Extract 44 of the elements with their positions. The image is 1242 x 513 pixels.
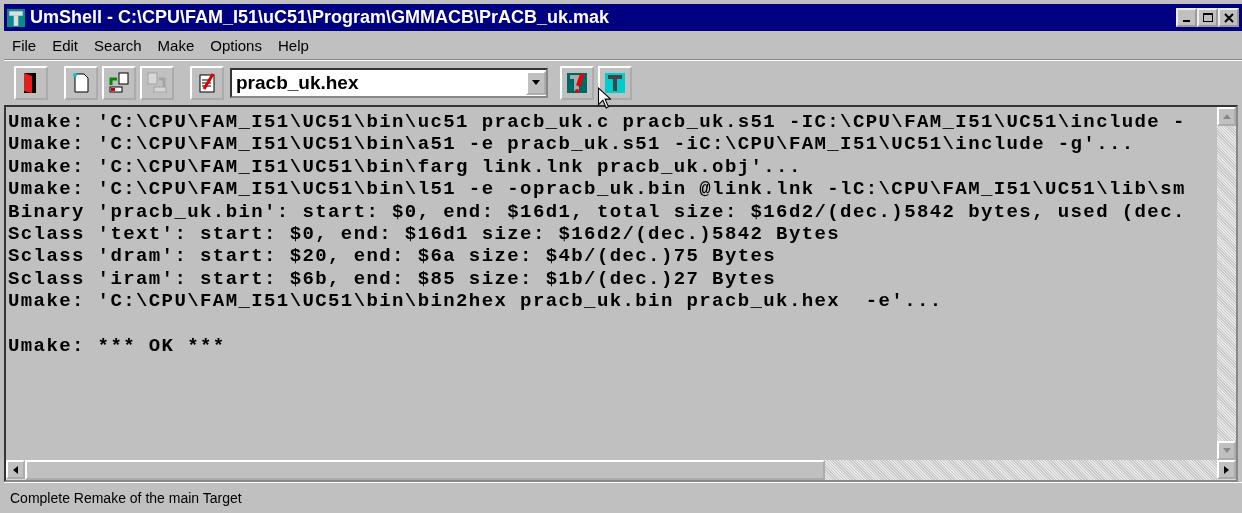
- log-line: Sclass 'dram': start: $20, end: $6a size: $4b/(dec.)75 Bytes: [8, 245, 777, 268]
- log-line: Sclass 'iram': start: $6b, end: $85 size: $1b/(dec.)27 Bytes: [8, 267, 777, 290]
- menu-item[interactable]: Make: [157, 36, 195, 54]
- target-dropdown[interactable]: pracb_uk.hex: [230, 68, 548, 98]
- log-line: Umake: 'C:\CPU\FAM_I51\UC51\bin\a51 -e pracb_uk.s51 -iC:\CPU\FAM_I51\UC51\include -g'...: [8, 133, 1135, 156]
- toolbar-button[interactable]: [190, 66, 224, 100]
- toolbar-button[interactable]: [560, 66, 594, 100]
- menu-item[interactable]: Options: [210, 36, 262, 54]
- log-line: Umake: 'C:\CPU\FAM_I51\UC51\bin\farg link.lnk pracb_uk.obj'...: [8, 155, 802, 178]
- close-button[interactable]: [1218, 8, 1239, 27]
- vise-icon: [603, 71, 627, 95]
- log-line: Sclass 'text': start: $0, end: $16d1 size: $16d2/(dec.)5842 Bytes: [8, 222, 841, 245]
- horizontal-scrollbar[interactable]: [6, 460, 1236, 480]
- window-title: UmShell - C:\CPU\FAM_I51\uC51\Program\GMMACB\PrACB_uk.mak: [30, 7, 611, 28]
- vise-exclamation-icon: [565, 71, 589, 95]
- maximize-button[interactable]: [1197, 8, 1218, 27]
- result-line: Umake: *** OK ***: [8, 334, 226, 357]
- menu-item[interactable]: Edit: [52, 36, 79, 54]
- vise-icon: [7, 8, 25, 27]
- log-line: Umake: 'C:\CPU\FAM_I51\UC51\bin\bin2hex pracb_uk.bin pracb_uk.hex -e'...: [8, 290, 943, 313]
- menu-item[interactable]: File: [12, 36, 37, 54]
- maximize-icon: [1202, 12, 1213, 23]
- log-line: Umake: 'C:\CPU\FAM_I51\UC51\bin\l51 -e -opracb_uk.bin @link.lnk -lC:\CPU\FAM_I51\UC51\lib\sm: [8, 178, 1186, 201]
- copy-arrow-icon: [107, 71, 131, 95]
- close-icon: [1223, 12, 1234, 23]
- vertical-scrollbar[interactable]: [1217, 107, 1236, 460]
- scroll-down-icon: [1222, 448, 1231, 453]
- status-text: Complete Remake of the main Target: [10, 490, 242, 506]
- minimize-icon: [1183, 19, 1190, 22]
- menu-item[interactable]: Search: [94, 36, 142, 54]
- toolbar-button[interactable]: [64, 66, 98, 100]
- minimize-button[interactable]: [1176, 8, 1197, 27]
- toolbar-button[interactable]: [598, 66, 632, 100]
- log-line: Umake: 'C:\CPU\FAM_I51\UC51\bin\uc51 pracb_uk.c pracb_uk.s51 -IC:\CPU\FAM_I51\UC51\include -: [8, 111, 1186, 133]
- menu-item[interactable]: Help: [277, 36, 309, 54]
- toolbar-button[interactable]: [102, 66, 136, 100]
- log-line: Binary 'pracb_uk.bin': start: $0, end: $16d1, total size: $16d2/(dec.)5842 bytes, used (dec.: [8, 200, 1186, 223]
- toolbar-button[interactable]: [14, 66, 48, 100]
- scroll-left-icon: [13, 465, 18, 474]
- copy-arrow-icon: [145, 71, 169, 95]
- scroll-up-icon: [1222, 114, 1231, 119]
- mouse-pointer-icon: [597, 87, 611, 109]
- scroll-right-icon: [1224, 465, 1229, 474]
- dropdown-arrow-icon: [531, 80, 541, 86]
